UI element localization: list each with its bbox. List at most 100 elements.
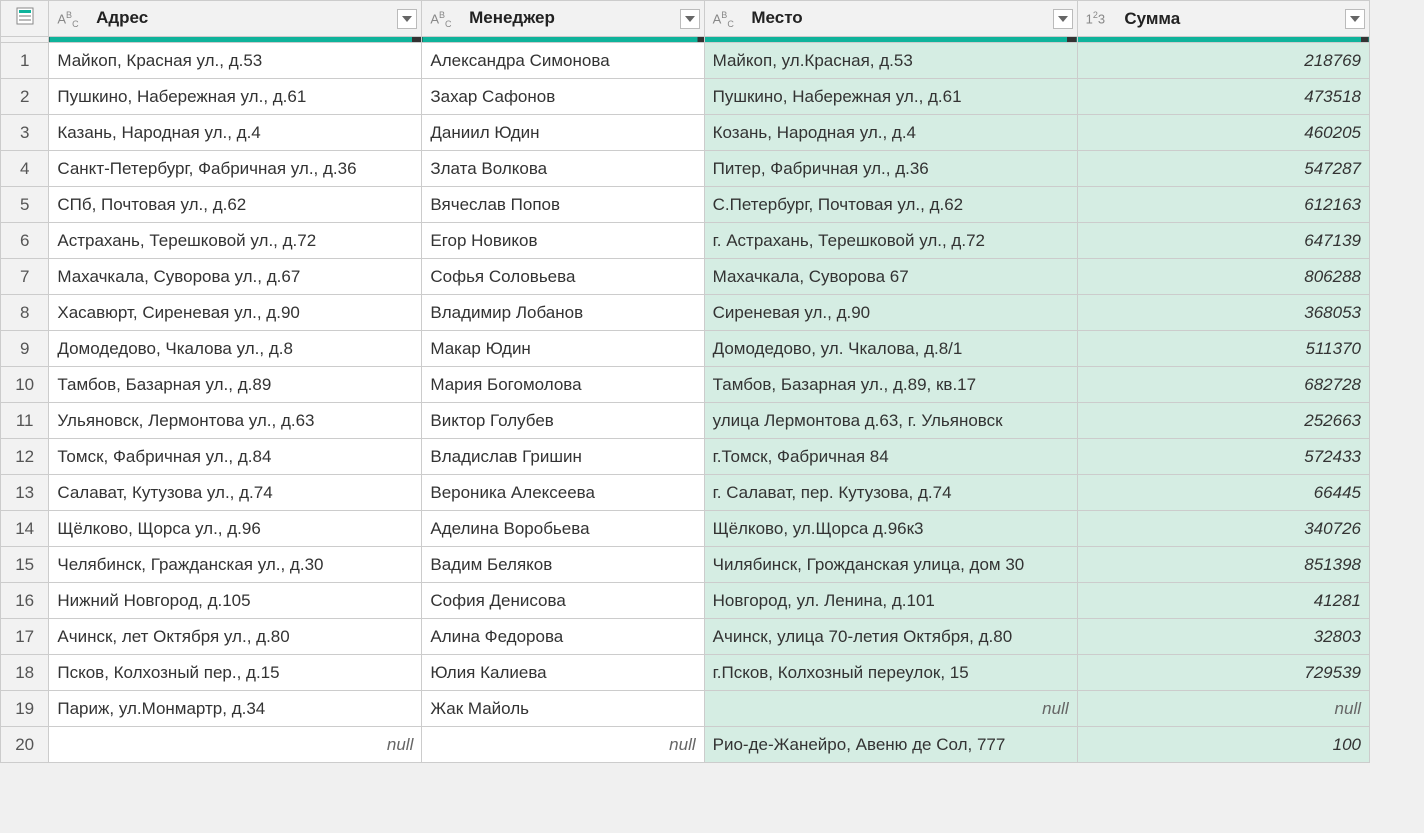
cell-manager[interactable]: Виктор Голубев [422, 403, 704, 439]
cell-place[interactable]: Козань, Народная ул., д.4 [704, 115, 1077, 151]
table-row[interactable]: 8Хасавюрт, Сиреневая ул., д.90Владимир Л… [1, 295, 1370, 331]
table-row[interactable]: 17Ачинск, лет Октября ул., д.80Алина Фед… [1, 619, 1370, 655]
cell-manager[interactable]: Владимир Лобанов [422, 295, 704, 331]
row-number[interactable]: 5 [1, 187, 49, 223]
cell-address[interactable]: Щёлково, Щорса ул., д.96 [49, 511, 422, 547]
cell-manager[interactable]: Вячеслав Попов [422, 187, 704, 223]
row-number[interactable]: 20 [1, 727, 49, 763]
cell-manager[interactable]: Александра Симонова [422, 43, 704, 79]
cell-sum[interactable]: 612163 [1077, 187, 1369, 223]
cell-manager[interactable]: Жак Майоль [422, 691, 704, 727]
table-row[interactable]: 13Салават, Кутузова ул., д.74Вероника Ал… [1, 475, 1370, 511]
row-number[interactable]: 18 [1, 655, 49, 691]
table-row[interactable]: 20nullnullРио-де-Жанейро, Авеню де Сол, … [1, 727, 1370, 763]
cell-address[interactable]: Салават, Кутузова ул., д.74 [49, 475, 422, 511]
column-header-sum[interactable]: 123 Сумма [1077, 1, 1369, 37]
table-row[interactable]: 16Нижний Новгород, д.105София ДенисоваНо… [1, 583, 1370, 619]
row-number[interactable]: 9 [1, 331, 49, 367]
cell-place[interactable]: Тамбов, Базарная ул., д.89, кв.17 [704, 367, 1077, 403]
cell-manager[interactable]: Юлия Калиева [422, 655, 704, 691]
row-number[interactable]: 6 [1, 223, 49, 259]
cell-sum[interactable]: 647139 [1077, 223, 1369, 259]
cell-place[interactable]: Пушкино, Набережная ул., д.61 [704, 79, 1077, 115]
row-number[interactable]: 12 [1, 439, 49, 475]
cell-sum[interactable]: 572433 [1077, 439, 1369, 475]
cell-place[interactable]: Махачкала, Суворова 67 [704, 259, 1077, 295]
cell-place[interactable]: null [704, 691, 1077, 727]
cell-address[interactable]: Ачинск, лет Октября ул., д.80 [49, 619, 422, 655]
row-number[interactable]: 15 [1, 547, 49, 583]
cell-manager[interactable]: Мария Богомолова [422, 367, 704, 403]
cell-sum[interactable]: 32803 [1077, 619, 1369, 655]
table-row[interactable]: 14Щёлково, Щорса ул., д.96Аделина Воробь… [1, 511, 1370, 547]
table-row[interactable]: 19Париж, ул.Монмартр, д.34Жак Майольnull… [1, 691, 1370, 727]
cell-manager[interactable]: Вероника Алексеева [422, 475, 704, 511]
cell-place[interactable]: Сиреневая ул., д.90 [704, 295, 1077, 331]
cell-address[interactable]: Майкоп, Красная ул., д.53 [49, 43, 422, 79]
table-row[interactable]: 3Казань, Народная ул., д.4Даниил ЮдинКоз… [1, 115, 1370, 151]
table-row[interactable]: 12Томск, Фабричная ул., д.84Владислав Гр… [1, 439, 1370, 475]
cell-address[interactable]: Париж, ул.Монмартр, д.34 [49, 691, 422, 727]
cell-address[interactable]: Махачкала, Суворова ул., д.67 [49, 259, 422, 295]
cell-sum[interactable]: 851398 [1077, 547, 1369, 583]
cell-manager[interactable]: Злата Волкова [422, 151, 704, 187]
column-header-address[interactable]: ABC Адрес [49, 1, 422, 37]
cell-sum[interactable]: 473518 [1077, 79, 1369, 115]
cell-place[interactable]: Рио-де-Жанейро, Авеню де Сол, 777 [704, 727, 1077, 763]
cell-place[interactable]: Щёлково, ул.Щорса д.96к3 [704, 511, 1077, 547]
row-number[interactable]: 10 [1, 367, 49, 403]
cell-address[interactable]: Домодедово, Чкалова ул., д.8 [49, 331, 422, 367]
cell-place[interactable]: Ачинск, улица 70-летия Октября, д.80 [704, 619, 1077, 655]
row-number[interactable]: 16 [1, 583, 49, 619]
cell-manager[interactable]: null [422, 727, 704, 763]
cell-address[interactable]: Хасавюрт, Сиреневая ул., д.90 [49, 295, 422, 331]
cell-manager[interactable]: Даниил Юдин [422, 115, 704, 151]
cell-sum[interactable]: 729539 [1077, 655, 1369, 691]
row-number[interactable]: 1 [1, 43, 49, 79]
cell-manager[interactable]: Аделина Воробьева [422, 511, 704, 547]
cell-place[interactable]: Чилябинск, Грожданская улица, дом 30 [704, 547, 1077, 583]
cell-sum[interactable]: 460205 [1077, 115, 1369, 151]
cell-address[interactable]: СПб, Почтовая ул., д.62 [49, 187, 422, 223]
cell-manager[interactable]: Владислав Гришин [422, 439, 704, 475]
cell-place[interactable]: г. Салават, пер. Кутузова, д.74 [704, 475, 1077, 511]
cell-place[interactable]: г.Томск, Фабричная 84 [704, 439, 1077, 475]
table-row[interactable]: 11Ульяновск, Лермонтова ул., д.63Виктор … [1, 403, 1370, 439]
cell-place[interactable]: Питер, Фабричная ул., д.36 [704, 151, 1077, 187]
row-number[interactable]: 19 [1, 691, 49, 727]
row-number[interactable]: 3 [1, 115, 49, 151]
column-header-place[interactable]: ABC Место [704, 1, 1077, 37]
cell-sum[interactable]: 682728 [1077, 367, 1369, 403]
cell-address[interactable]: Псков, Колхозный пер., д.15 [49, 655, 422, 691]
filter-dropdown-icon[interactable] [1345, 9, 1365, 29]
cell-manager[interactable]: Захар Сафонов [422, 79, 704, 115]
cell-address[interactable]: Нижний Новгород, д.105 [49, 583, 422, 619]
filter-dropdown-icon[interactable] [397, 9, 417, 29]
row-number[interactable]: 4 [1, 151, 49, 187]
cell-address[interactable]: Томск, Фабричная ул., д.84 [49, 439, 422, 475]
cell-sum[interactable]: 252663 [1077, 403, 1369, 439]
cell-place[interactable]: г. Астрахань, Терешковой ул., д.72 [704, 223, 1077, 259]
table-row[interactable]: 15Челябинск, Гражданская ул., д.30Вадим … [1, 547, 1370, 583]
select-all-corner[interactable] [1, 1, 49, 37]
cell-manager[interactable]: София Денисова [422, 583, 704, 619]
cell-sum[interactable]: 218769 [1077, 43, 1369, 79]
cell-sum[interactable]: 41281 [1077, 583, 1369, 619]
cell-place[interactable]: С.Петербург, Почтовая ул., д.62 [704, 187, 1077, 223]
cell-manager[interactable]: Егор Новиков [422, 223, 704, 259]
table-row[interactable]: 4Санкт-Петербург, Фабричная ул., д.36Зла… [1, 151, 1370, 187]
cell-address[interactable]: Казань, Народная ул., д.4 [49, 115, 422, 151]
row-number[interactable]: 17 [1, 619, 49, 655]
cell-address[interactable]: Челябинск, Гражданская ул., д.30 [49, 547, 422, 583]
cell-sum[interactable]: 100 [1077, 727, 1369, 763]
row-number[interactable]: 11 [1, 403, 49, 439]
cell-address[interactable]: Тамбов, Базарная ул., д.89 [49, 367, 422, 403]
cell-address[interactable]: Санкт-Петербург, Фабричная ул., д.36 [49, 151, 422, 187]
cell-place[interactable]: г.Псков, Колхозный переулок, 15 [704, 655, 1077, 691]
row-number[interactable]: 2 [1, 79, 49, 115]
cell-sum[interactable]: 547287 [1077, 151, 1369, 187]
row-number[interactable]: 14 [1, 511, 49, 547]
cell-place[interactable]: Новгород, ул. Ленина, д.101 [704, 583, 1077, 619]
filter-dropdown-icon[interactable] [680, 9, 700, 29]
row-number[interactable]: 8 [1, 295, 49, 331]
